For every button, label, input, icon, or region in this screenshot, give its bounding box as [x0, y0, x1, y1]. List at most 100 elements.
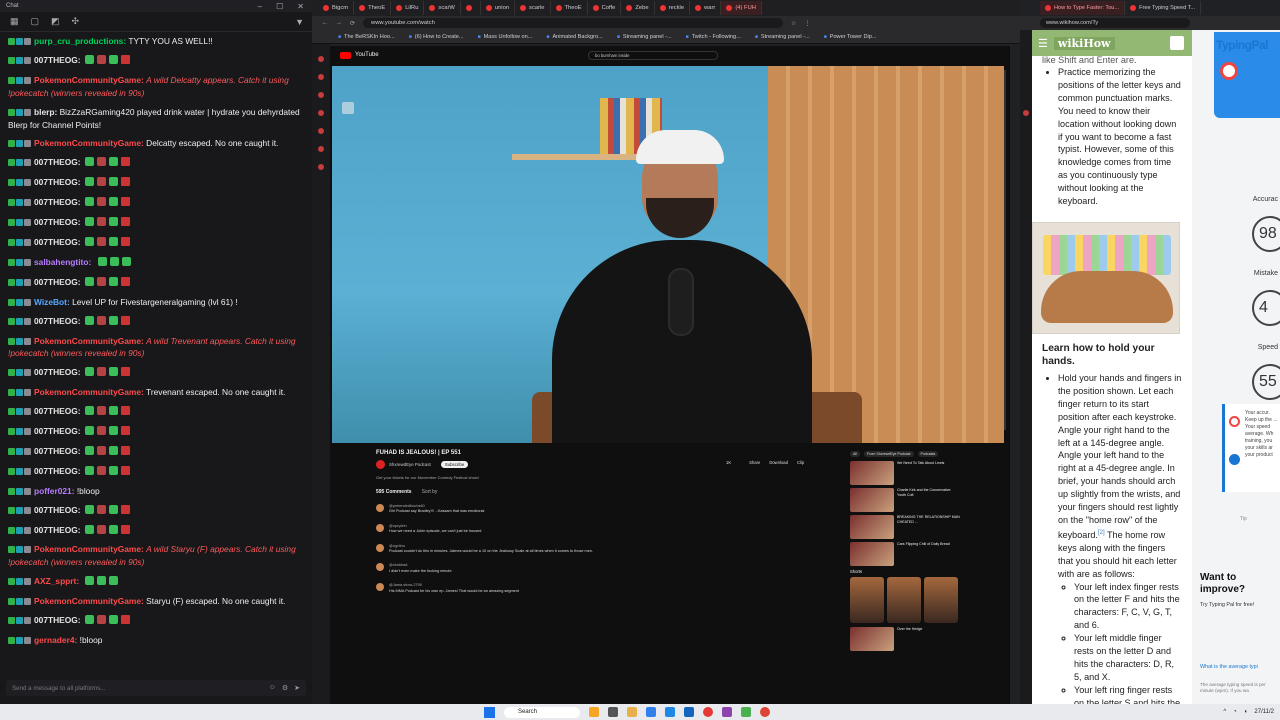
comment-item[interactable]: @shobbad I didn't even make the fucking m…: [376, 563, 836, 574]
channel-name[interactable]: ShxrewdEye Podcast: [389, 462, 431, 467]
filter-chip[interactable]: Podcasts: [917, 451, 939, 457]
chat-username[interactable]: 007THEOG:: [34, 525, 81, 535]
chat-message[interactable]: WizeBot: Level UP for Fivestargeneralgam…: [0, 293, 312, 312]
app-icon[interactable]: [703, 707, 713, 717]
bookmark-item[interactable]: Streaming panel -...: [617, 34, 672, 40]
rec-item[interactable]: We Need To Talk About Lewis: [850, 461, 960, 485]
bookmark-star-icon[interactable]: ☆: [791, 20, 796, 27]
chrome-icon[interactable]: [760, 707, 770, 717]
rec-item[interactable]: Over the Hedge: [850, 627, 960, 651]
pin-icon[interactable]: ◩: [51, 16, 60, 27]
app-icon[interactable]: [665, 707, 675, 717]
bookmark-item[interactable]: The BeRSKIn Hoo...: [338, 34, 395, 40]
rec-item[interactable]: BREAKING THE RELATIONSHIP MAN CHEATED ..…: [850, 515, 960, 539]
send-icon[interactable]: ➤: [294, 684, 300, 692]
comment-item[interactable]: @Jama.show-2795 His MMA Podcast be his ow…: [376, 583, 836, 594]
typingpal-logo[interactable]: TypingPal: [1216, 38, 1268, 52]
short-thumbnail[interactable]: [850, 577, 884, 623]
menu-icon[interactable]: ☰: [1038, 37, 1048, 50]
filter-icon[interactable]: ▼: [295, 17, 312, 27]
rec-item[interactable]: Cars Flipping Chill of Daily Bread: [850, 542, 960, 566]
chat-username[interactable]: salbahengtito:: [34, 257, 91, 267]
rec-item[interactable]: Charlie Kirk and the Conservative Youth …: [850, 488, 960, 512]
chat-message[interactable]: PokemonCommunityGame: A wild Trevenant a…: [0, 332, 312, 364]
chat-username[interactable]: poffer021:: [34, 486, 75, 496]
chat-message[interactable]: 007THEOG:: [0, 173, 312, 193]
sidebar-app-icon[interactable]: [318, 128, 324, 134]
maximize-icon[interactable]: ☐: [276, 2, 283, 11]
chat-username[interactable]: PokemonCommunityGame:: [34, 75, 144, 85]
chat-message[interactable]: gernader4: !bloop: [0, 631, 312, 650]
comment-item[interactable]: @ogvlino Podcast couldn't do this in minu…: [376, 543, 836, 555]
browser-tab[interactable]: scarle: [515, 1, 551, 15]
chat-username[interactable]: 007THEOG:: [34, 55, 81, 65]
chat-message[interactable]: 007THEOG:: [0, 611, 312, 631]
browser-tab[interactable]: LilRu: [391, 1, 425, 15]
chat-username[interactable]: blerp:: [34, 107, 57, 117]
chat-username[interactable]: PokemonCommunityGame:: [34, 544, 144, 554]
browser-tab[interactable]: warr: [690, 1, 722, 15]
scrollbar[interactable]: [1004, 70, 1006, 430]
chat-username[interactable]: 007THEOG:: [34, 277, 81, 287]
video-action-button[interactable]: Download: [769, 460, 788, 465]
chat-message[interactable]: 007THEOG:: [0, 233, 312, 253]
chat-message[interactable]: 007THEOG:: [0, 51, 312, 71]
search-icon[interactable]: [1170, 36, 1184, 50]
start-button-icon[interactable]: [484, 706, 495, 718]
chat-message[interactable]: blerp: BizZzaRGaming420 played drink wat…: [0, 103, 312, 135]
faq-question[interactable]: What is the average typi: [1200, 664, 1258, 670]
close-icon[interactable]: ✕: [297, 2, 304, 11]
chat-username[interactable]: PokemonCommunityGame:: [34, 387, 144, 397]
commenter-avatar[interactable]: [376, 504, 384, 512]
browser-tab[interactable]: (4) FUH: [721, 1, 762, 15]
sidebar-app-icon[interactable]: [318, 92, 324, 98]
chat-username[interactable]: AXZ_spprt:: [34, 576, 79, 586]
chat-input[interactable]: Send a message to all platforms... ☺ ⚙ ➤: [6, 680, 306, 696]
video-action-button[interactable]: Clip: [797, 460, 804, 465]
comment-item[interactable]: @oprydrin How we need a Jubin episode, we…: [376, 523, 836, 535]
tray-date[interactable]: 27/11/2: [1254, 709, 1274, 715]
channel-avatar[interactable]: [376, 460, 385, 469]
app-icon[interactable]: [684, 707, 694, 717]
chat-username[interactable]: 007THEOG:: [34, 615, 81, 625]
chat-username[interactable]: 007THEOG:: [34, 217, 81, 227]
browser-tab[interactable]: Coffe: [588, 1, 622, 15]
chat-message[interactable]: PokemonCommunityGame: A wild Staryu (F) …: [0, 540, 312, 572]
chat-message[interactable]: 007THEOG:: [0, 442, 312, 462]
app-icon[interactable]: [741, 707, 751, 717]
chat-message[interactable]: PokemonCommunityGame: Trevenant escaped.…: [0, 383, 312, 402]
chat-username[interactable]: PokemonCommunityGame:: [34, 596, 144, 606]
chat-message[interactable]: 007THEOG:: [0, 193, 312, 213]
bookmark-item[interactable]: Power Tower Dip...: [824, 34, 877, 40]
chat-username[interactable]: purp_cru_productions:: [34, 36, 126, 46]
volume-icon[interactable]: ◖: [1244, 709, 1248, 715]
browser-tab[interactable]: Bigcm: [318, 1, 355, 15]
chat-username[interactable]: 007THEOG:: [34, 406, 81, 416]
sidebar-app-icon[interactable]: [318, 164, 324, 170]
chat-username[interactable]: WizeBot:: [34, 297, 70, 307]
layers-icon[interactable]: ▦: [10, 16, 19, 27]
tray-chevron-icon[interactable]: ^: [1223, 709, 1226, 715]
chat-message[interactable]: PokemonCommunityGame: A wild Delcatty ap…: [0, 71, 312, 103]
chat-username[interactable]: 007THEOG:: [34, 505, 81, 515]
file-explorer-icon[interactable]: [627, 707, 637, 717]
app-icon[interactable]: [722, 707, 732, 717]
app-icon[interactable]: [608, 707, 618, 717]
bookmark-item[interactable]: Streaming panel -...: [755, 34, 810, 40]
sidebar-app-icon[interactable]: [318, 146, 324, 152]
bookmark-item[interactable]: Animated Backgro...: [546, 34, 602, 40]
sidebar-app-icon[interactable]: [1023, 110, 1029, 116]
chat-message[interactable]: PokemonCommunityGame: Delcatty escaped. …: [0, 134, 312, 153]
commenter-avatar[interactable]: [376, 523, 384, 532]
forward-icon[interactable]: →: [336, 20, 342, 26]
chat-message[interactable]: 007THEOG:: [0, 213, 312, 233]
youtube-logo-icon[interactable]: [340, 51, 351, 59]
chat-message[interactable]: poffer021: !bloop: [0, 482, 312, 501]
network-icon[interactable]: ◔: [1233, 709, 1237, 715]
tab-wikihow[interactable]: How to Type Faster: Tou...: [1040, 1, 1126, 15]
browser-tab[interactable]: scarW: [424, 1, 461, 15]
sidebar-app-icon[interactable]: [318, 74, 324, 80]
wikihow-logo[interactable]: wikiHow: [1053, 36, 1115, 50]
video-player[interactable]: [332, 66, 1004, 443]
chat-username[interactable]: 007THEOG:: [34, 367, 81, 377]
